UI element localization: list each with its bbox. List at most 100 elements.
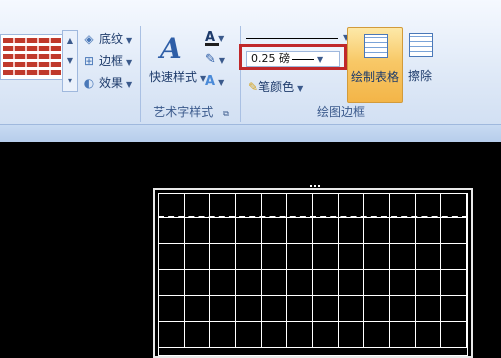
borders-button[interactable]: ⊞ 边框 ▼ — [82, 52, 132, 70]
table-cell[interactable] — [389, 270, 416, 296]
table-cell[interactable] — [364, 296, 390, 322]
table-cell[interactable] — [210, 194, 236, 218]
table-cell[interactable] — [287, 296, 313, 322]
table-cell[interactable] — [159, 194, 185, 218]
table-cell[interactable] — [389, 218, 416, 244]
table-cell[interactable] — [441, 270, 467, 296]
table-cell[interactable] — [389, 244, 416, 270]
effects-button[interactable]: ◐ 效果 ▼ — [82, 74, 132, 92]
table-cell[interactable] — [441, 218, 467, 244]
table-cell[interactable] — [210, 296, 236, 322]
table-cell[interactable] — [415, 194, 442, 218]
pen-color-button[interactable]: ✎笔颜色 ▼ — [248, 78, 303, 95]
gallery-down-icon[interactable]: ▼ — [63, 51, 77, 71]
table-cell[interactable] — [184, 218, 211, 244]
table-cell[interactable] — [261, 296, 288, 322]
chevron-down-icon: ▼ — [218, 78, 225, 87]
chevron-down-icon: ▼ — [218, 56, 226, 65]
table-cell[interactable] — [415, 322, 442, 348]
table-cell[interactable] — [312, 322, 339, 348]
table-cell[interactable] — [235, 296, 262, 322]
table-cell[interactable] — [235, 270, 262, 296]
table-cell[interactable] — [338, 244, 365, 270]
table-cell[interactable] — [210, 218, 236, 244]
table-cell[interactable] — [287, 270, 313, 296]
table-cell[interactable] — [389, 296, 416, 322]
table-cell[interactable] — [184, 270, 211, 296]
quick-styles-button[interactable]: 快速样式 ▼ — [149, 68, 206, 85]
table-cell[interactable] — [184, 322, 211, 348]
table-cell[interactable] — [364, 270, 390, 296]
draw-table-button[interactable]: 绘制表格 — [347, 27, 403, 103]
table-cell[interactable] — [312, 296, 339, 322]
dialog-launcher-icon[interactable]: ⧉ — [223, 109, 229, 118]
table-cell[interactable] — [441, 296, 467, 322]
table-cell[interactable] — [338, 218, 365, 244]
quick-styles-icon[interactable]: A — [160, 32, 182, 65]
pen-style-dropdown[interactable] — [246, 32, 338, 44]
pen-icon: ✎ — [248, 80, 259, 94]
table-cell[interactable] — [364, 194, 390, 218]
gallery-more-icon[interactable]: ▾ — [63, 71, 77, 91]
table-cell[interactable] — [159, 218, 185, 244]
gallery-up-icon[interactable]: ▲ — [63, 31, 77, 51]
table-cell[interactable] — [338, 270, 365, 296]
table-cell[interactable] — [287, 194, 313, 218]
table-cell[interactable] — [261, 194, 288, 218]
table-cell[interactable] — [312, 270, 339, 296]
pen-weight-dropdown[interactable]: 0.25 磅 ▼ — [246, 51, 340, 67]
table-cell[interactable] — [415, 218, 442, 244]
table-cell[interactable] — [261, 244, 288, 270]
chevron-down-icon: ▼ — [297, 84, 304, 93]
table-cell[interactable] — [415, 296, 442, 322]
table-cell[interactable] — [338, 296, 365, 322]
table-cell[interactable] — [441, 244, 467, 270]
text-outline-button[interactable]: ✎ ▼ — [205, 52, 235, 70]
table-style-gallery[interactable] — [0, 34, 64, 80]
table-cell[interactable] — [287, 218, 313, 244]
table-cell[interactable] — [261, 270, 288, 296]
table-cell[interactable] — [210, 322, 236, 348]
table-cell[interactable] — [415, 270, 442, 296]
table-cell[interactable] — [415, 244, 442, 270]
table-cell[interactable] — [184, 244, 211, 270]
table-cell[interactable] — [389, 194, 416, 218]
table-cell[interactable] — [389, 322, 416, 348]
table-cell[interactable] — [235, 218, 262, 244]
table-cell[interactable] — [312, 194, 339, 218]
pen-weight-highlight: 0.25 磅 ▼ — [239, 44, 347, 70]
document-table[interactable] — [153, 185, 473, 358]
table-cell[interactable] — [338, 322, 365, 348]
table-cell[interactable] — [338, 194, 365, 218]
table-cell[interactable] — [364, 218, 390, 244]
table-cell[interactable] — [210, 270, 236, 296]
table-cell[interactable] — [159, 270, 185, 296]
table-cell[interactable] — [287, 322, 313, 348]
chevron-down-icon: ▼ — [126, 36, 133, 45]
table-cell[interactable] — [261, 218, 288, 244]
table-cell[interactable] — [312, 244, 339, 270]
table-cell[interactable] — [159, 296, 185, 322]
table-cell[interactable] — [235, 322, 262, 348]
table-cell[interactable] — [441, 322, 467, 348]
table-cell[interactable] — [287, 244, 313, 270]
text-fill-button[interactable]: A ▼ — [205, 30, 235, 48]
table-cell[interactable] — [235, 194, 262, 218]
table-cell[interactable] — [364, 322, 390, 348]
table-cell[interactable] — [235, 244, 262, 270]
line-sample — [292, 58, 314, 60]
text-effects-button[interactable]: A ▼ — [205, 74, 235, 92]
table-cell[interactable] — [184, 194, 211, 218]
table-cell[interactable] — [261, 322, 288, 348]
eraser-button[interactable]: 擦除 — [403, 27, 437, 101]
gallery-scroll[interactable]: ▲ ▼ ▾ — [62, 30, 78, 92]
table-cell[interactable] — [210, 244, 236, 270]
table-cell[interactable] — [364, 244, 390, 270]
table-cell[interactable] — [159, 244, 185, 270]
table-cell[interactable] — [312, 218, 339, 244]
table-cell[interactable] — [184, 296, 211, 322]
shading-button[interactable]: ◈ 底纹 ▼ — [82, 30, 132, 48]
table-cell[interactable] — [159, 322, 185, 348]
table-cell[interactable] — [441, 194, 467, 218]
table-move-handle[interactable] — [310, 185, 320, 191]
